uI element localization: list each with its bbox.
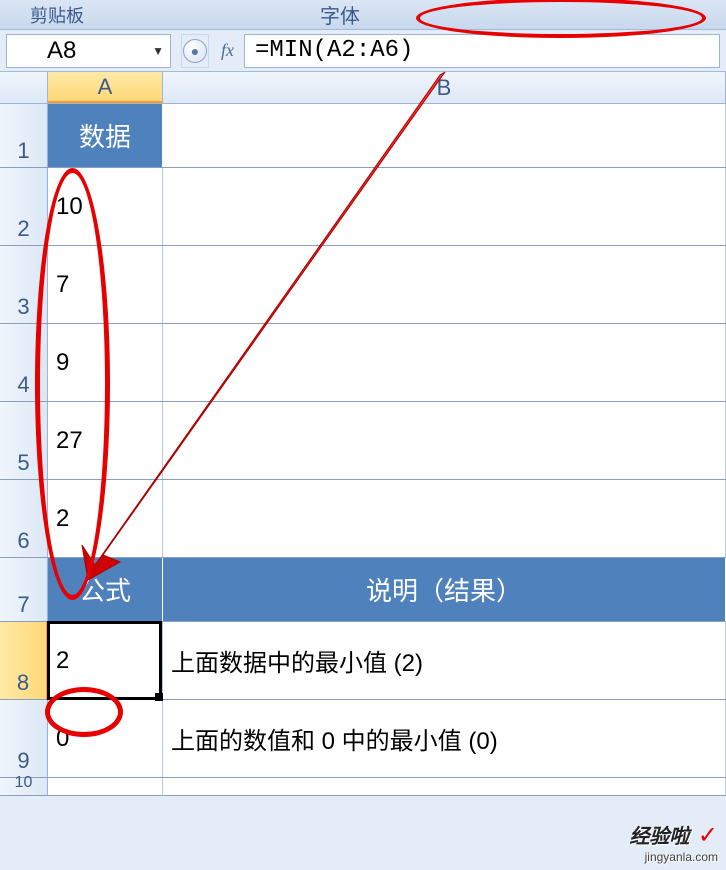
row-header-1[interactable]: 1 xyxy=(0,104,48,167)
row-2: 2 10 xyxy=(0,168,726,246)
cell-a6[interactable]: 2 xyxy=(48,480,163,557)
cell-a2[interactable]: 10 xyxy=(48,168,163,245)
cell-b1[interactable] xyxy=(163,104,726,167)
cell-a3[interactable]: 7 xyxy=(48,246,163,323)
row-1: 1 数据 xyxy=(0,104,726,168)
cell-b3[interactable] xyxy=(163,246,726,323)
formula-bar: A8 ▼ ● fx =MIN(A2:A6) xyxy=(0,30,726,72)
cell-b5[interactable] xyxy=(163,402,726,479)
row-10: 10 xyxy=(0,778,726,796)
row-7: 7 公式 说明（结果） xyxy=(0,558,726,622)
name-box-value: A8 xyxy=(47,37,76,65)
fx-label[interactable]: fx xyxy=(221,40,234,61)
row-header-6[interactable]: 6 xyxy=(0,480,48,557)
name-box-dropdown-icon[interactable]: ▼ xyxy=(152,44,164,58)
watermark: 经验啦 ✓ jingyanla.com xyxy=(629,820,718,864)
cell-b7-header[interactable]: 说明（结果） xyxy=(163,558,726,621)
row-9: 9 0 上面的数值和 0 中的最小值 (0) xyxy=(0,700,726,778)
cell-a8[interactable]: 2 xyxy=(48,622,163,699)
watermark-text: 经验啦 xyxy=(629,826,689,848)
cell-a10[interactable] xyxy=(48,778,163,795)
row-3: 3 7 xyxy=(0,246,726,324)
clipboard-group-label: 剪贴板 xyxy=(30,2,84,28)
cell-a9[interactable]: 0 xyxy=(48,700,163,777)
cell-a4[interactable]: 9 xyxy=(48,324,163,401)
formula-text: =MIN(A2:A6) xyxy=(255,37,413,64)
row-header-8[interactable]: 8 xyxy=(0,622,48,699)
watermark-url: jingyanla.com xyxy=(629,850,718,864)
cell-b8[interactable]: 上面数据中的最小值 (2) xyxy=(163,622,726,699)
row-8: 8 2 上面数据中的最小值 (2) xyxy=(0,622,726,700)
row-5: 5 27 xyxy=(0,402,726,480)
cell-b6[interactable] xyxy=(163,480,726,557)
font-group-label: 字体 xyxy=(320,0,360,29)
column-header-b[interactable]: B xyxy=(163,72,726,103)
row-header-7[interactable]: 7 xyxy=(0,558,48,621)
circle-icon: ● xyxy=(183,39,207,63)
row-6: 6 2 xyxy=(0,480,726,558)
name-box[interactable]: A8 ▼ xyxy=(6,34,171,68)
fx-circle-button[interactable]: ● xyxy=(181,34,209,68)
formula-buttons: ● xyxy=(181,34,211,68)
watermark-check-icon: ✓ xyxy=(698,822,718,849)
ribbon-section-labels: 剪贴板 字体 xyxy=(0,0,726,30)
column-headers: A B xyxy=(0,72,726,104)
row-header-9[interactable]: 9 xyxy=(0,700,48,777)
select-all-corner[interactable] xyxy=(0,72,48,103)
formula-input[interactable]: =MIN(A2:A6) xyxy=(244,34,720,68)
cell-b2[interactable] xyxy=(163,168,726,245)
row-header-4[interactable]: 4 xyxy=(0,324,48,401)
row-header-2[interactable]: 2 xyxy=(0,168,48,245)
row-4: 4 9 xyxy=(0,324,726,402)
grid-rows: 1 数据 2 10 3 7 4 9 5 27 6 2 xyxy=(0,104,726,796)
row-header-5[interactable]: 5 xyxy=(0,402,48,479)
cell-b10[interactable] xyxy=(163,778,726,795)
cell-b4[interactable] xyxy=(163,324,726,401)
cell-a7-header[interactable]: 公式 xyxy=(48,558,163,621)
spreadsheet-grid: A B 1 数据 2 10 3 7 4 9 5 27 6 xyxy=(0,72,726,796)
row-header-3[interactable]: 3 xyxy=(0,246,48,323)
cell-a5[interactable]: 27 xyxy=(48,402,163,479)
cell-b9[interactable]: 上面的数值和 0 中的最小值 (0) xyxy=(163,700,726,777)
column-header-a[interactable]: A xyxy=(48,72,163,103)
cell-a1-header[interactable]: 数据 xyxy=(48,104,163,167)
row-header-10[interactable]: 10 xyxy=(0,778,48,795)
